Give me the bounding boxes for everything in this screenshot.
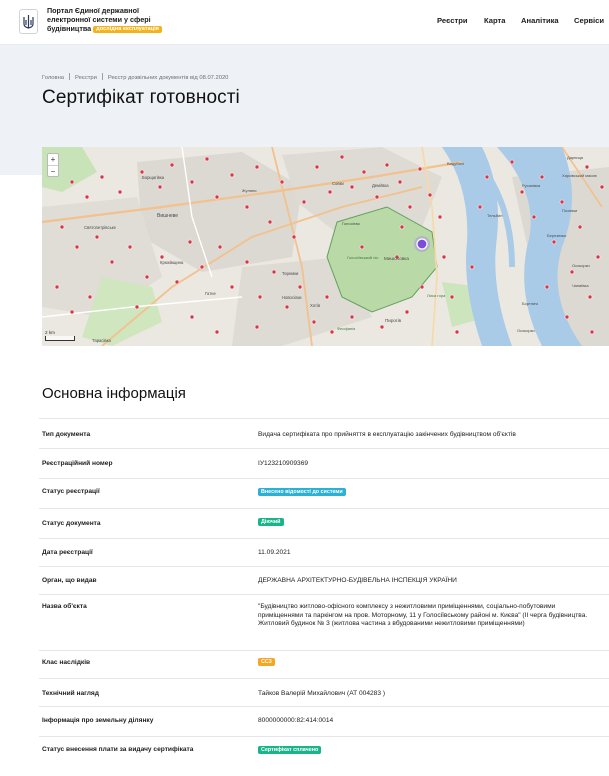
zoom-out-button[interactable]: −: [48, 165, 58, 176]
breadcrumb-home[interactable]: Головна: [42, 75, 64, 81]
row-value: ІУ123210909369: [258, 460, 309, 467]
page-title: Сертифікат готовності: [42, 87, 240, 108]
map-zoom-control: + −: [47, 153, 59, 177]
map-label: Новосілки: [282, 295, 302, 300]
brand-line-2: електронної системи у сфері: [47, 15, 151, 24]
selected-object-marker-icon: [416, 238, 428, 250]
breadcrumb: Головна Реєстри Реєстр дозвільних документ…: [42, 73, 228, 81]
map-label: Русанівка: [522, 183, 541, 188]
row-key: Клас наслідків: [42, 659, 91, 666]
row-key: Статус реєстрації: [42, 488, 100, 495]
map-label: Чапаївка: [572, 283, 589, 288]
top-header: Портал Єдиної державної електронної сист…: [0, 0, 609, 45]
table-row: Статус внесення плати за видачу сертифік…: [39, 736, 609, 762]
nav-analytics[interactable]: Аналітика: [521, 16, 559, 25]
map-scale-label: 2 km: [45, 330, 55, 335]
row-value: Видача сертифіката про прийняття в експл…: [258, 431, 516, 438]
map-label: Харківський масив: [562, 173, 597, 178]
row-value: Тайков Валерій Михайлович (АТ 004283 ): [258, 690, 386, 697]
beta-badge: дослідна експлуатація: [93, 26, 162, 33]
map-label: Деміївка: [372, 183, 389, 188]
row-value: "Будівництво житлово-офісного комплексу …: [258, 603, 588, 627]
row-key: Статус документа: [42, 520, 101, 527]
table-row: Інформація про земельну ділянку 80000000…: [39, 706, 609, 726]
row-value: 8000000000:82:414:0014: [258, 717, 334, 724]
trident-icon: [23, 14, 34, 29]
table-row: Тип документа Видача сертифіката про при…: [39, 418, 609, 448]
map-label: Тарасівка: [92, 338, 112, 343]
row-key: Реєстраційний номер: [42, 460, 113, 467]
status-badge: Сертифікат сплачено: [258, 746, 322, 754]
map-label: Позняки: [562, 208, 577, 213]
trident-logo-icon[interactable]: [19, 9, 38, 34]
map-label: Вишневе: [157, 213, 178, 219]
section-title: Основна інформація: [42, 385, 186, 402]
nav-services[interactable]: Сервіси: [574, 16, 604, 25]
map-scale-bar: [45, 336, 75, 341]
status-badge: СС3: [258, 658, 275, 666]
brand-line-3: будівництва: [47, 24, 92, 33]
map-label: Осокорки: [517, 328, 535, 333]
map-label: Борщагівка: [142, 175, 165, 180]
map-label: Совки: [332, 181, 344, 186]
zoom-in-button[interactable]: +: [48, 154, 58, 165]
table-row: Реєстраційний номер ІУ123210909369: [39, 448, 609, 478]
nav-registries[interactable]: Реєстри: [437, 16, 468, 25]
map-label: Голосієво: [342, 221, 361, 226]
row-key: Тип документа: [42, 431, 91, 438]
breadcrumb-permits-registry[interactable]: Реєстр дозвільних документів від 08.07.2…: [108, 75, 229, 81]
map-label: Осокорки: [572, 263, 590, 268]
map-label: Видубичі: [447, 161, 464, 166]
map-label: Мишоловка: [384, 256, 409, 261]
brand-line-1: Портал Єдиної державної: [47, 6, 139, 15]
map-label: Пирогів: [385, 318, 402, 323]
status-badge: Внесено відомості до системи: [258, 488, 346, 496]
table-row: Назва об'єкта "Будівництво житлово-офісн…: [39, 594, 609, 650]
table-row: Статус реєстрації Внесено відомості до с…: [39, 478, 609, 508]
map-label: Хотів: [310, 303, 321, 308]
row-key: Орган, що видав: [42, 577, 97, 584]
table-row: Дата реєстрації 11.09.2021: [39, 538, 609, 566]
map-label: Жуляни: [242, 188, 257, 193]
row-value: ДЕРЖАВНА АРХІТЕКТУРНО-БУДІВЕЛЬНА ІНСПЕКЦ…: [258, 577, 457, 584]
map-canvas[interactable]: Вишневе Святопетрівське Крюківщина Гатне…: [42, 147, 609, 346]
row-key: Статус внесення плати за видачу сертифік…: [42, 746, 194, 753]
map-label: Березняки: [547, 233, 566, 238]
table-row: Технічний нагляд Тайков Валерій Михайлов…: [39, 678, 609, 706]
row-key: Назва об'єкта: [42, 603, 87, 610]
row-key: Інформація про земельну ділянку: [42, 717, 154, 724]
table-row: Орган, що видав ДЕРЖАВНА АРХІТЕКТУРНО-БУ…: [39, 566, 609, 594]
row-key: Технічний нагляд: [42, 690, 99, 697]
map-label: Крюківщина: [160, 260, 184, 265]
table-row: Клас наслідків СС3: [39, 650, 609, 678]
map-label: Голосіївський ліс: [347, 255, 378, 260]
map-label: Святопетрівське: [84, 225, 117, 230]
map-label: Гатне: [205, 291, 216, 296]
table-row: Статус документа Діючий: [39, 508, 609, 538]
map-label: Дарниця: [567, 155, 583, 160]
map-scale: 2 km: [45, 330, 75, 341]
map-label: Феофанія: [337, 326, 355, 331]
map-label: Лиса гора: [427, 293, 446, 298]
map-label: Тельбин: [487, 213, 502, 218]
portal-brand[interactable]: Портал Єдиної державної електронної сист…: [47, 6, 172, 33]
breadcrumb-registries[interactable]: Реєстри: [75, 75, 97, 81]
row-value: 11.09.2021: [258, 549, 291, 556]
location-map[interactable]: Вишневе Святопетрівське Крюківщина Гатне…: [42, 147, 609, 346]
map-label: Бортничі: [522, 301, 538, 306]
status-badge: Діючий: [258, 518, 284, 526]
nav-map[interactable]: Карта: [484, 16, 505, 25]
map-label: Теремки: [282, 271, 299, 276]
row-key: Дата реєстрації: [42, 549, 93, 556]
